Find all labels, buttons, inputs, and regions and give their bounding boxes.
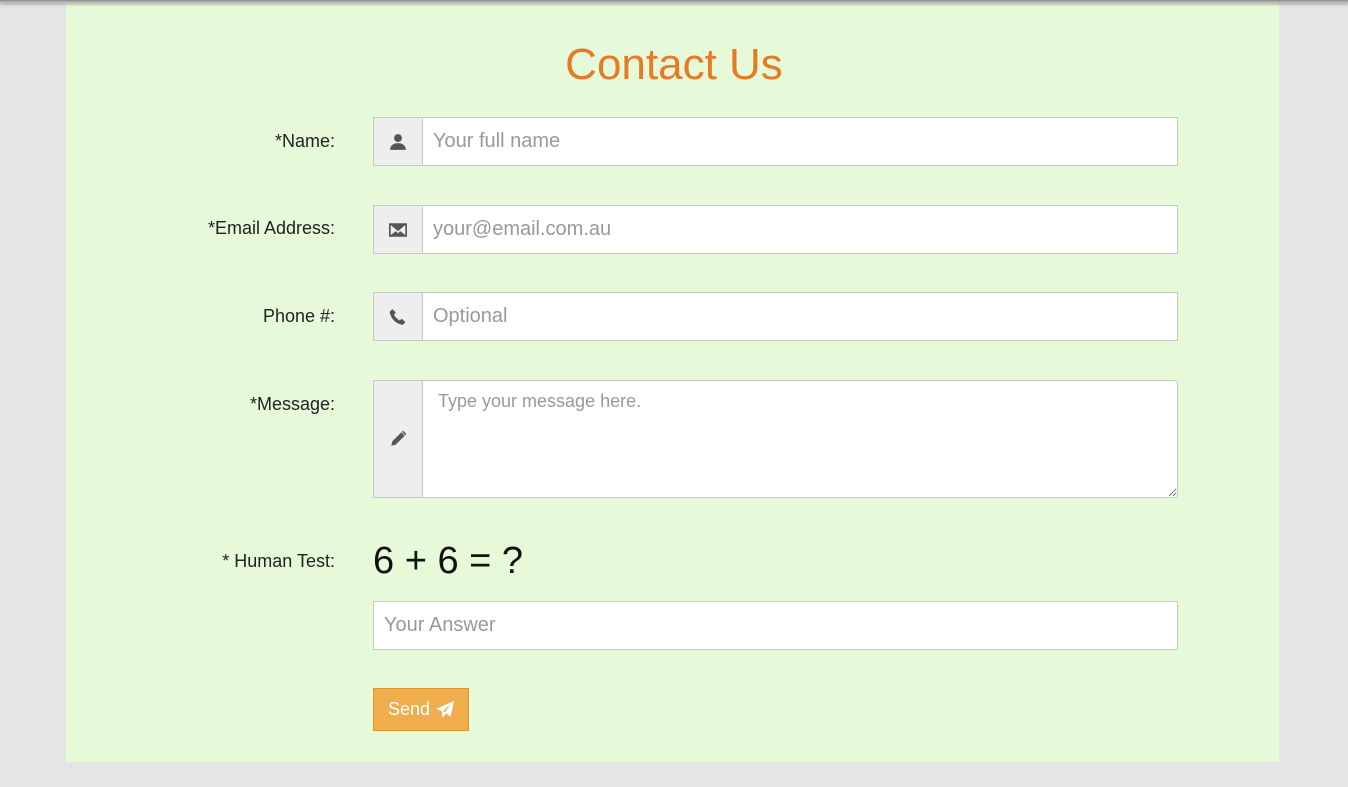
name-input[interactable]	[422, 117, 1178, 166]
captcha-answer-input[interactable]	[373, 601, 1178, 650]
pencil-icon	[373, 380, 422, 498]
user-icon	[373, 117, 422, 166]
email-input[interactable]	[422, 205, 1178, 254]
email-label: *Email Address:	[207, 218, 335, 238]
human-test-label: * Human Test:	[222, 551, 335, 571]
page-title: Contact Us	[565, 40, 783, 89]
name-input-group	[373, 117, 1178, 166]
captcha-question: 6 + 6 = ?	[373, 540, 524, 582]
send-label: Send	[387, 699, 431, 719]
phone-input[interactable]	[422, 292, 1178, 341]
message-input-group	[373, 380, 1178, 498]
message-textarea[interactable]	[422, 380, 1178, 498]
phone-label: Phone #:	[262, 306, 335, 326]
send-button[interactable]: Send	[373, 688, 469, 731]
message-label: *Message:	[249, 394, 335, 414]
phone-input-group	[373, 292, 1178, 341]
paper-plane-icon	[436, 700, 455, 718]
phone-icon	[373, 292, 422, 341]
name-label: *Name:	[274, 131, 335, 151]
email-input-group	[373, 205, 1178, 254]
top-shadow	[0, 0, 1348, 3]
envelope-icon	[373, 205, 422, 254]
